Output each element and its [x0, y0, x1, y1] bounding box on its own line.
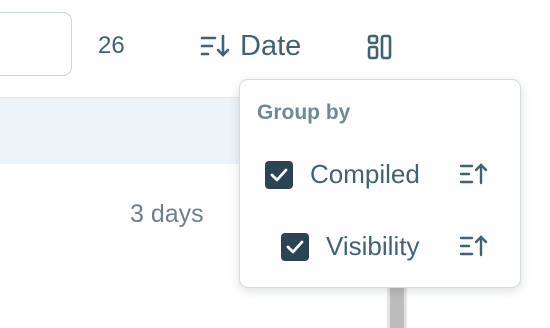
group-item-compiled[interactable]: Compiled: [265, 159, 420, 190]
sort-descending-icon: [200, 34, 230, 57]
group-item-visibility[interactable]: Visibility: [281, 231, 419, 262]
check-icon: [286, 240, 304, 253]
group-item-label: Compiled: [310, 159, 420, 189]
search-input[interactable]: [0, 12, 72, 76]
sort-button[interactable]: Date: [200, 28, 301, 64]
check-icon: [270, 168, 288, 181]
popover-title: Group by: [257, 101, 351, 124]
group-by-popover: Group by Compiled Visibility: [239, 79, 521, 288]
result-count: 26: [98, 32, 125, 59]
layout-grid-icon[interactable]: [366, 33, 394, 61]
row-age: 3 days: [130, 200, 204, 228]
sort-label: Date: [240, 29, 302, 62]
list-header-band: [0, 97, 250, 164]
compiled-checkbox[interactable]: [265, 160, 293, 189]
sort-ascending-icon[interactable]: [459, 234, 489, 258]
visibility-checkbox[interactable]: [281, 232, 309, 261]
scrollbar-thumb[interactable]: [387, 288, 407, 328]
group-item-label: Visibility: [326, 231, 420, 261]
sort-ascending-icon[interactable]: [459, 162, 489, 186]
